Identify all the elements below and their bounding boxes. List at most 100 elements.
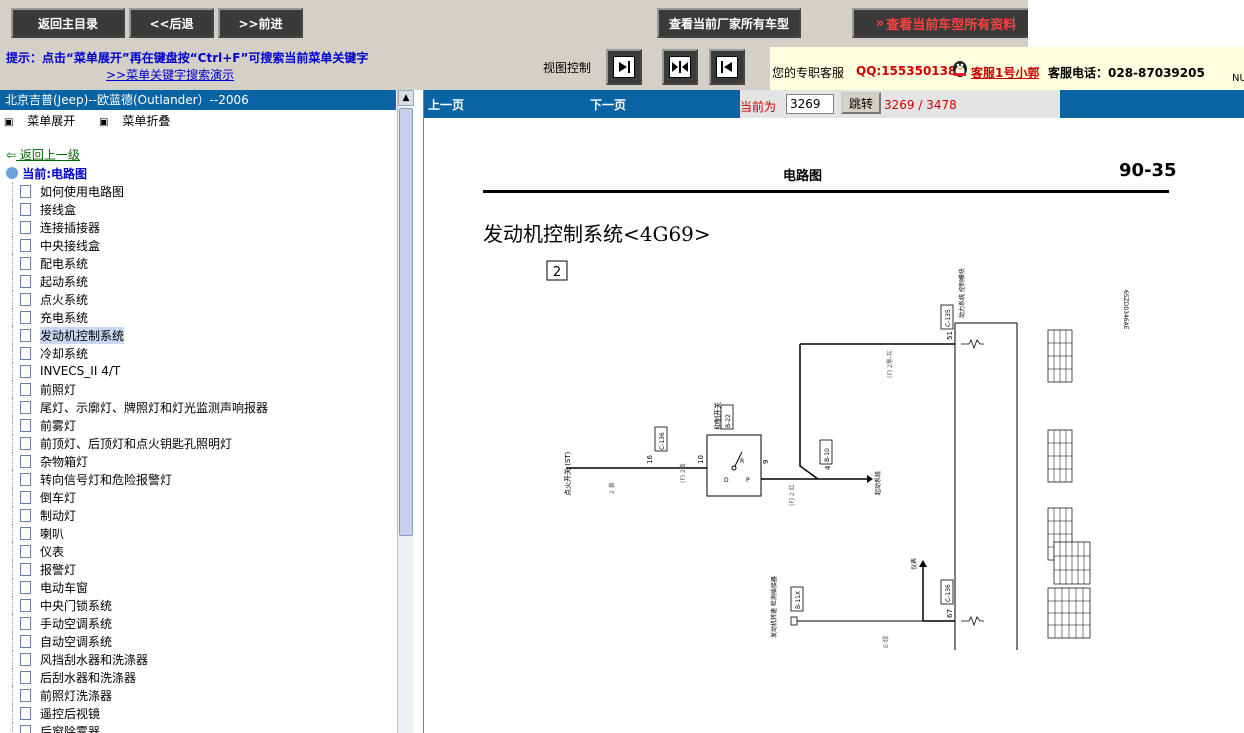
back-button[interactable]: <<后退 (129, 8, 214, 38)
sidebar-item-label: 接线盒 (40, 202, 77, 217)
home-button[interactable]: 返回主目录 (11, 8, 125, 38)
back-arrow-icon: ⇦ (6, 148, 17, 162)
sidebar-item[interactable]: 发动机控制系统 (0, 326, 396, 344)
all-docs-button[interactable]: » 查看当前车型所有资料 (852, 8, 1040, 38)
ecu-resistor-bottom (961, 616, 984, 627)
label-sw-p: P (746, 477, 750, 484)
label-starter: 起动系统 (874, 471, 882, 495)
view-split-button[interactable] (662, 49, 698, 85)
menu-collapse[interactable]: ▣ 菜单折叠 (99, 114, 180, 128)
sidebar-item[interactable]: 手动空调系统 (0, 614, 396, 632)
sidebar-item[interactable]: 冷却系统 (0, 344, 396, 362)
customer-service-link[interactable]: 客服1号小郭 (971, 64, 1039, 81)
top-right-blank (1028, 0, 1244, 47)
sidebar-item[interactable]: 喇叭 (0, 524, 396, 542)
label-pin10: 10 (697, 455, 705, 464)
current-node-label: 当前:电路图 (22, 167, 87, 181)
sidebar-item[interactable]: 制动灯 (0, 506, 396, 524)
document-icon (20, 544, 31, 558)
sidebar-item[interactable]: 仪表 (0, 542, 396, 560)
qq-number[interactable]: QQ:1553501388 (856, 64, 965, 78)
sidebar-item[interactable]: 起动系统 (0, 272, 396, 290)
arrow-starter (867, 475, 873, 483)
sidebar-item[interactable]: 中央接线盒 (0, 236, 396, 254)
document-icon (20, 418, 31, 432)
sidebar-item-label: 转向信号灯和危险报警灯 (40, 472, 173, 487)
scroll-thumb[interactable] (399, 108, 413, 536)
label-wire-2ly: 2 黄 (608, 482, 616, 494)
sidebar-item-label: 杂物箱灯 (40, 454, 89, 469)
label-wire-f2r: (F) 2 红 (788, 484, 796, 506)
sidebar-item[interactable]: 自动空调系统 (0, 632, 396, 650)
sidebar-item[interactable]: 风挡刮水器和洗涤器 (0, 650, 396, 668)
sidebar-item-label: 报警灯 (40, 562, 77, 577)
qq-penguin-icon[interactable] (951, 58, 969, 78)
connector-pinout-c135 (1047, 329, 1073, 383)
sidebar-item[interactable]: 尾灯、示廓灯、牌照灯和灯光监测声响报器 (0, 398, 396, 416)
menu-expand[interactable]: ▣ 菜单展开 (4, 114, 85, 128)
sidebar-item[interactable]: 中央门锁系统 (0, 596, 396, 614)
sidebar-item-label: 后窗除雾器 (40, 724, 101, 733)
document-icon (20, 706, 31, 720)
back-up-label: 返回上一级 (19, 148, 80, 162)
document-icon (20, 526, 31, 540)
sidebar-item[interactable]: 转向信号灯和危险报警灯 (0, 470, 396, 488)
contact-label: 您的专职客服 (772, 66, 845, 80)
sidebar-item[interactable]: 接线盒 (0, 200, 396, 218)
sidebar-item-label: INVECS_II 4/T (40, 364, 121, 378)
current-node: 当前:电路图 (6, 165, 87, 182)
label-sw-d: D (724, 477, 729, 484)
sidebar-item[interactable]: 连接插接器 (0, 218, 396, 236)
folder-globe-icon (6, 167, 18, 179)
sidebar-item-label: 后刮水器和洗涤器 (40, 670, 137, 685)
sidebar-item[interactable]: 如何使用电路图 (0, 182, 396, 200)
sidebar-item[interactable]: 倒车灯 (0, 488, 396, 506)
sidebar-item[interactable]: 前照灯 (0, 380, 396, 398)
document-icon (20, 634, 31, 648)
sidebar-item-label: 中央门锁系统 (40, 598, 113, 613)
nu-text: NU (1232, 73, 1244, 84)
forward-button[interactable]: >>前进 (218, 8, 303, 38)
sidebar-item[interactable]: INVECS_II 4/T (0, 362, 396, 380)
document-icon (20, 256, 31, 270)
ecu-resistor-top (961, 339, 984, 350)
wiring-diagram: 2 6SZD0346AE 点火开关 (ST) 2 黄 16 C-136 (F) … (546, 260, 1129, 650)
search-hint: 提示：点击“菜单展开”再在键盘按“Ctrl+F”可搜索当前菜单关键字 (6, 51, 369, 65)
sidebar-item[interactable]: 充电系统 (0, 308, 396, 326)
document-icon (20, 400, 31, 414)
view-right-button[interactable] (709, 49, 745, 85)
scroll-up-arrow-icon[interactable]: ▲ (398, 90, 414, 106)
sidebar-item[interactable]: 配电系统 (0, 254, 396, 272)
sidebar-item-label: 连接插接器 (40, 220, 101, 235)
view-control-label: 视图控制 (543, 61, 592, 75)
sidebar-item[interactable]: 报警灯 (0, 560, 396, 578)
sidebar-item[interactable]: 前雾灯 (0, 416, 396, 434)
sidebar-item[interactable]: 后刮水器和洗涤器 (0, 668, 396, 686)
contact-panel: 您的专职客服 QQ:1553501388 客服1号小郭 客服电话：028-870… (770, 47, 1244, 90)
sidebar-item[interactable]: 杂物箱灯 (0, 452, 396, 470)
back-up-link[interactable]: ⇦ 返回上一级 (6, 146, 80, 163)
sidebar-item[interactable]: 前照灯洗涤器 (0, 686, 396, 704)
label-wire-e: E-绿 (882, 636, 890, 648)
connector-pinout-c134 (1047, 429, 1073, 483)
document-icon (20, 490, 31, 504)
sidebar-item[interactable]: 后窗除雾器 (0, 722, 396, 733)
arrows-inward-icon (669, 56, 691, 78)
document-icon (20, 598, 31, 612)
collapse-box-icon: ▣ (99, 117, 109, 128)
arrow-left-bar-icon (716, 56, 738, 78)
search-demo-link[interactable]: >>菜单关键字搜索演示 (106, 66, 234, 83)
sidebar-item[interactable]: 前顶灯、后顶灯和点火钥匙孔照明灯 (0, 434, 396, 452)
document-icon (20, 724, 31, 733)
label-pin4: 4 (824, 465, 832, 470)
label-pin51: 51 (946, 331, 954, 340)
all-models-button[interactable]: 查看当前厂家所有车型 (657, 8, 801, 38)
sidebar-item[interactable]: 点火系统 (0, 290, 396, 308)
sidebar-item[interactable]: 遥控后视镜 (0, 704, 396, 722)
sidebar-scrollbar[interactable]: ▲ (397, 90, 414, 733)
view-left-button[interactable] (606, 49, 642, 85)
sidebar-item-label: 尾灯、示廓灯、牌照灯和灯光监测声响报器 (40, 400, 269, 415)
sidebar-item-label: 前照灯 (40, 382, 77, 397)
connector-pinout-b (1053, 541, 1091, 585)
sidebar-item[interactable]: 电动车窗 (0, 578, 396, 596)
